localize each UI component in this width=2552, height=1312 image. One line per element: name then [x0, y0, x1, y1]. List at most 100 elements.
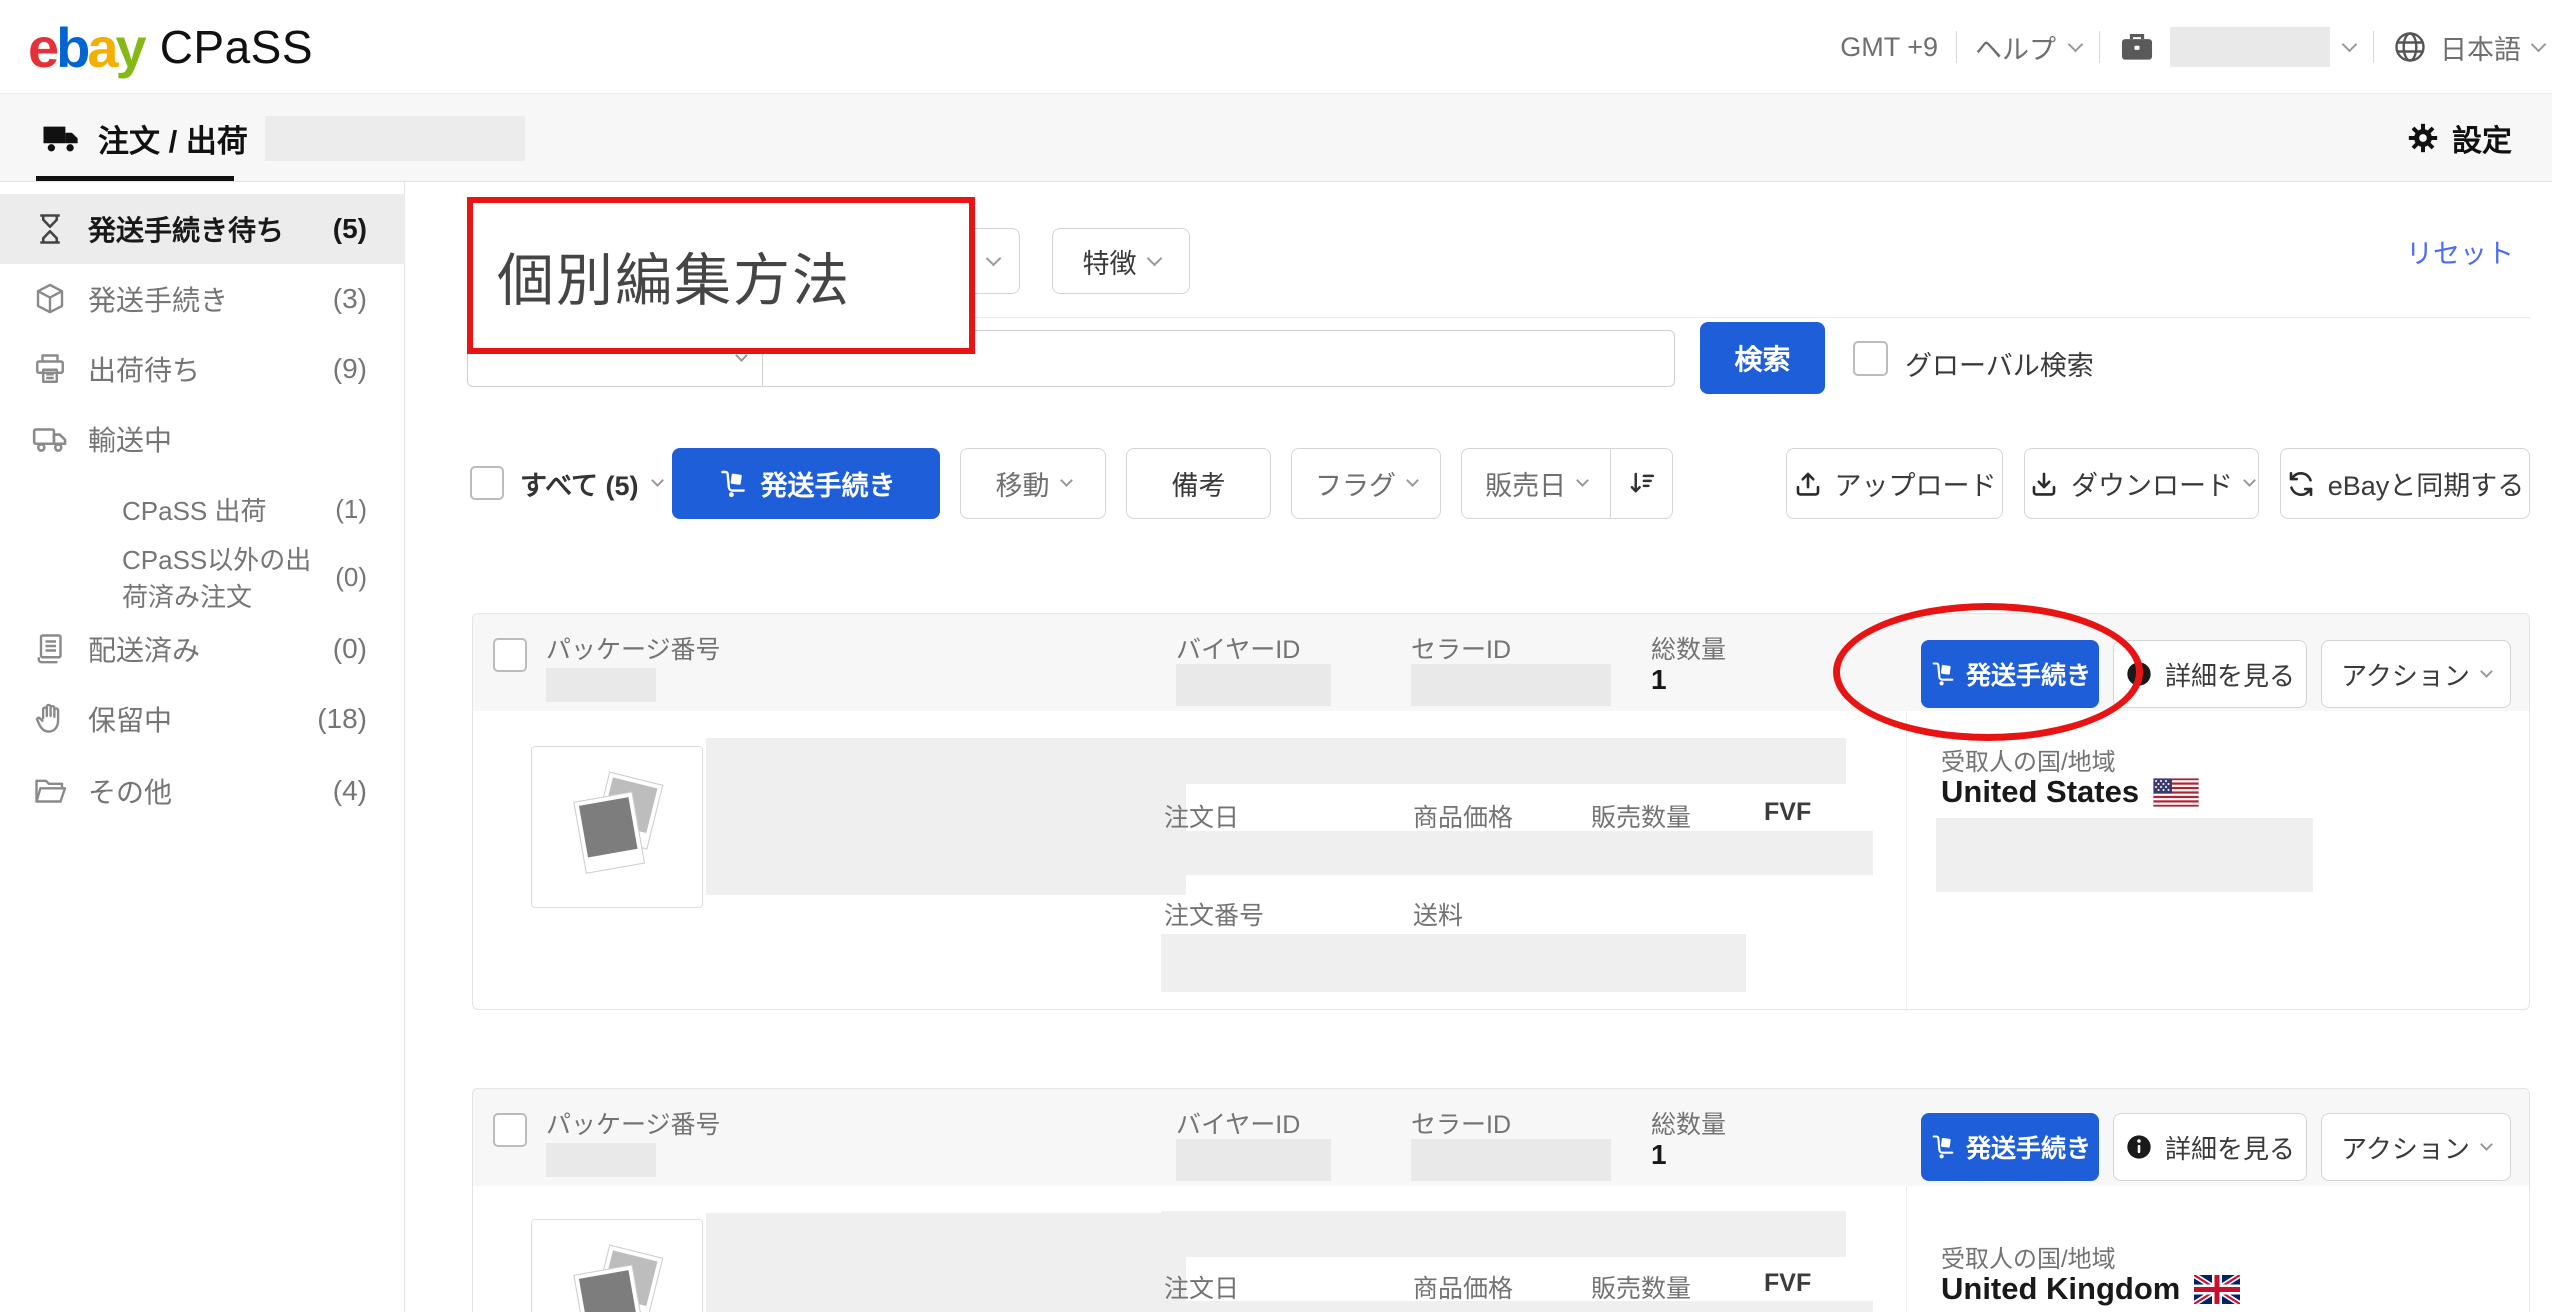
global-search-checkbox[interactable]	[1853, 341, 1888, 376]
chevron-down-icon	[1406, 474, 1419, 487]
redacted-address	[1936, 818, 2313, 892]
move-button[interactable]: 移動	[960, 448, 1106, 519]
us-flag-icon	[2153, 778, 2199, 807]
fvf-label: FVF	[1764, 798, 1811, 827]
info-icon	[2125, 1133, 2153, 1161]
redacted-value	[546, 668, 656, 702]
header-right-cluster: GMT +9 ヘルプ 日本語	[1840, 0, 2544, 94]
upload-button[interactable]: アップロード	[1786, 448, 2003, 519]
help-menu[interactable]: ヘルプ	[1975, 28, 2081, 67]
sort-button[interactable]	[1611, 449, 1672, 518]
recipient-country-label: 受取人の国/地域	[1941, 742, 2116, 777]
sidebar-item-non-cpass-shipped-orders[interactable]: CPaSS以外の出荷済み注文 (0)	[0, 542, 405, 612]
sidebar-item-awaiting-shipping-process[interactable]: 発送手続き待ち (5)	[0, 194, 405, 264]
ebay-logo: ebay	[28, 15, 144, 80]
sort-descending-icon	[1627, 469, 1657, 499]
redacted-value	[1411, 664, 1611, 706]
sidebar-item-count: (3)	[333, 283, 367, 315]
truck-icon	[40, 117, 82, 159]
truck-icon	[30, 419, 70, 459]
sidebar-item-on-hold[interactable]: 保留中 (18)	[0, 684, 405, 754]
product-image-placeholder	[531, 746, 703, 908]
actions-button[interactable]: アクション	[2321, 1113, 2511, 1181]
redacted-item-title	[706, 738, 1186, 895]
sale-date-button[interactable]: 販売日	[1462, 449, 1611, 518]
sidebar-item-delivered[interactable]: 配送済み (0)	[0, 614, 405, 684]
sidebar-item-count: (0)	[335, 562, 367, 593]
flag-button[interactable]: フラグ	[1291, 448, 1441, 519]
divider	[1906, 711, 1907, 1011]
redacted-value	[1161, 934, 1746, 992]
chevron-down-icon	[1060, 474, 1073, 487]
flag-label: フラグ	[1315, 464, 1396, 503]
chevron-down-icon	[1146, 250, 1162, 266]
ship-process-label: 発送手続き	[1966, 1129, 2091, 1165]
sync-ebay-button[interactable]: eBayと同期する	[2280, 448, 2530, 519]
country-name: United Kingdom	[1941, 1271, 2180, 1307]
recipient-country-value: United Kingdom	[1941, 1271, 2240, 1307]
fvf-label: FVF	[1764, 1269, 1811, 1298]
order-checkbox[interactable]	[493, 638, 527, 672]
sidebar-item-others[interactable]: その他 (4)	[0, 756, 405, 826]
sold-qty-label: 販売数量	[1591, 1269, 1691, 1305]
order-date-label: 注文日	[1164, 1269, 1239, 1305]
sidebar-item-label: CPaSS 出荷	[122, 491, 267, 528]
select-all-checkbox[interactable]	[470, 466, 504, 500]
order-number-label: 注文番号	[1164, 896, 1264, 932]
printer-icon	[30, 349, 70, 389]
redacted-value	[1411, 1139, 1611, 1181]
divider	[2373, 31, 2374, 63]
globe-icon	[2392, 29, 2428, 65]
redacted-value	[1176, 664, 1331, 706]
sidebar-item-in-transit[interactable]: 輸送中	[0, 404, 405, 474]
global-search-label: グローバル検索	[1905, 344, 2094, 383]
hand-truck-icon	[717, 468, 749, 500]
active-tab-underline	[36, 176, 234, 181]
top-header: ebay CPaSS GMT +9 ヘルプ 日本語	[0, 0, 2552, 94]
search-button-label: 検索	[1734, 338, 1790, 378]
chevron-down-icon	[2068, 36, 2084, 52]
sidebar-item-count: (5)	[333, 213, 367, 245]
photo-placeholder-icon	[562, 1241, 672, 1312]
sidebar-item-shipping-process[interactable]: 発送手続き (3)	[0, 264, 405, 334]
sidebar-item-count: (18)	[317, 703, 367, 735]
hand-icon	[30, 699, 70, 739]
sidebar-item-count: (1)	[335, 494, 367, 525]
sidebar-item-label: 出荷待ち	[88, 349, 200, 389]
download-button[interactable]: ダウンロード	[2024, 448, 2259, 519]
account-menu[interactable]	[2118, 27, 2355, 67]
view-details-label: 詳細を見る	[2165, 656, 2295, 693]
sidebar-item-cpass-shipments[interactable]: CPaSS 出荷 (1)	[0, 474, 405, 544]
uk-flag-icon	[2194, 1275, 2240, 1304]
sidebar-item-label: 保留中	[88, 699, 172, 739]
receipt-icon	[30, 629, 70, 669]
upload-label: アップロード	[1835, 464, 1997, 503]
sidebar-item-awaiting-shipment[interactable]: 出荷待ち (9)	[0, 334, 405, 404]
select-all-dropdown[interactable]: すべて (5)	[520, 448, 662, 519]
language-menu[interactable]: 日本語	[2392, 28, 2544, 67]
main-navbar: 注文 / 出荷 設定	[0, 94, 2552, 182]
actions-button[interactable]: アクション	[2321, 640, 2511, 708]
download-icon	[2029, 469, 2059, 499]
reset-link[interactable]: リセット	[2406, 232, 2514, 271]
buyer-id-label: バイヤーID	[1176, 630, 1300, 666]
language-label: 日本語	[2440, 28, 2521, 67]
feature-filter-button[interactable]: 特徴	[1052, 228, 1190, 294]
chevron-down-icon	[2342, 36, 2358, 52]
sidebar-item-count: (0)	[333, 633, 367, 665]
ebay-cpass-logo[interactable]: ebay CPaSS	[28, 0, 313, 94]
chevron-down-icon	[986, 250, 1002, 266]
country-name: United States	[1941, 774, 2139, 810]
tab-orders-shipments[interactable]: 注文 / 出荷	[40, 94, 248, 182]
settings-button[interactable]: 設定	[2406, 94, 2512, 182]
ship-process-button[interactable]: 発送手続き	[1921, 1113, 2099, 1181]
sold-qty-label: 販売数量	[1591, 798, 1691, 834]
note-button[interactable]: 備考	[1126, 448, 1271, 519]
view-details-button[interactable]: 詳細を見る	[2113, 1113, 2307, 1181]
hourglass-icon	[30, 209, 70, 249]
bulk-ship-process-button[interactable]: 発送手続き	[672, 448, 940, 519]
feature-filter-label: 特徴	[1083, 242, 1137, 281]
order-checkbox[interactable]	[493, 1113, 527, 1147]
search-button[interactable]: 検索	[1700, 322, 1825, 394]
sale-date-sort-group: 販売日	[1461, 448, 1673, 519]
